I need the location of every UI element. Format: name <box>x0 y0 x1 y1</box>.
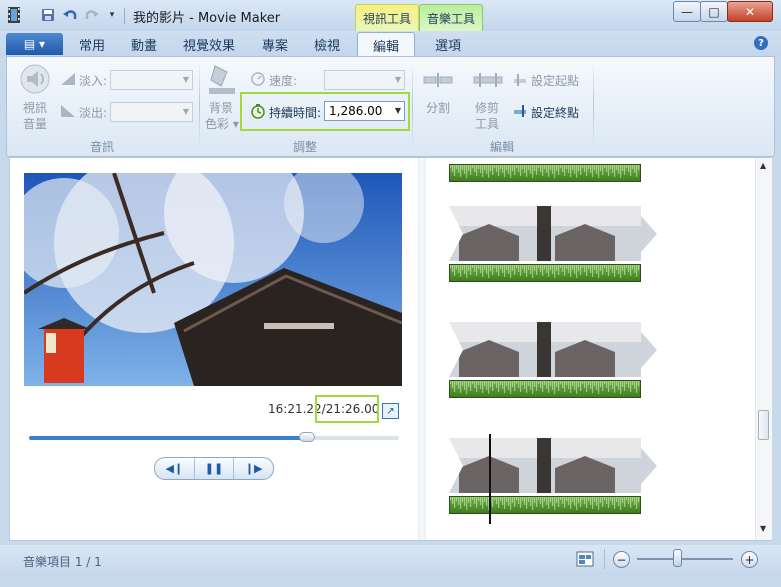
video-tools-context-tab[interactable]: 視訊工具 <box>355 4 419 31</box>
current-time: 16:21.22 <box>268 402 322 416</box>
clip-thumbnails <box>449 206 657 261</box>
video-volume-icon[interactable] <box>19 63 51 100</box>
pane-divider[interactable] <box>418 158 426 540</box>
vertical-scrollbar[interactable]: ▲ ▼ <box>755 158 772 540</box>
storyboard-clip[interactable] <box>449 158 657 182</box>
fade-in-combo[interactable]: ▼ <box>110 70 193 90</box>
expand-icon: ↗ <box>386 405 395 417</box>
background-color-icon[interactable] <box>207 62 237 97</box>
storyboard-pane <box>427 158 755 540</box>
storyboard-clip[interactable] <box>449 206 657 282</box>
audio-waveform <box>450 381 640 394</box>
background-color-label-1: 背景 <box>209 101 234 115</box>
playback-controls: ◀❙ ❚❚ ❙▶ <box>154 457 274 480</box>
tab-project[interactable]: 專案 <box>253 33 297 55</box>
status-bar: 音樂項目 1 / 1 − + <box>0 545 781 575</box>
storyboard-clip[interactable] <box>449 322 657 398</box>
speed-icon <box>250 70 266 89</box>
background-color-label-2: 色彩 ▾ <box>205 117 239 131</box>
total-time-highlight-box <box>315 395 379 423</box>
save-icon[interactable] <box>40 7 56 23</box>
zoom-slider-thumb[interactable] <box>673 549 683 567</box>
file-menu-button[interactable]: ▤ ▾ <box>6 33 63 55</box>
audio-group-label: 音訊 <box>89 140 114 154</box>
undo-icon[interactable] <box>62 7 78 23</box>
ribbon-tabs: ▤ ▾ 常用 動畫 視覺效果 專案 檢視 編輯 選項 ? <box>0 31 781 57</box>
music-tools-context-tab[interactable]: 音樂工具 <box>419 4 483 31</box>
help-icon[interactable]: ? <box>754 36 768 50</box>
preview-pane: 16:21.22/21:26.00 ↗ ◀❙ ❚❚ ❙▶ <box>11 159 417 539</box>
preview-video-frame[interactable] <box>24 173 402 386</box>
video-volume-label-2: 音量 <box>23 117 48 131</box>
speed-label: 速度: <box>269 74 298 88</box>
storyboard-clip[interactable] <box>449 438 657 514</box>
set-end-label[interactable]: 設定終點 <box>531 104 579 121</box>
tab-visual-effects[interactable]: 視覺效果 <box>178 33 240 55</box>
next-frame-button[interactable]: ❙▶ <box>234 458 273 479</box>
split-icon[interactable] <box>423 73 453 90</box>
tab-view[interactable]: 檢視 <box>305 33 349 55</box>
expand-preview-button[interactable]: ↗ <box>382 403 399 419</box>
duration-highlight-box <box>240 92 410 131</box>
fade-out-combo[interactable]: ▼ <box>110 102 193 122</box>
clip-thumbnails <box>449 322 657 377</box>
previous-frame-icon: ◀❙ <box>165 462 184 475</box>
pause-button[interactable]: ❚❚ <box>195 458 235 479</box>
tab-animations[interactable]: 動畫 <box>122 33 166 55</box>
zoom-slider[interactable] <box>637 558 733 560</box>
set-start-icon <box>512 73 528 90</box>
audio-track[interactable] <box>449 164 641 182</box>
status-separator <box>604 549 605 569</box>
title-bar: ▾ 我的影片 - Movie Maker 視訊工具 音樂工具 — □ ✕ <box>0 0 781 31</box>
pause-icon: ❚❚ <box>204 462 224 475</box>
adjust-group-label: 調整 <box>292 140 317 154</box>
audio-track[interactable] <box>449 380 641 398</box>
main-content: 16:21.22/21:26.00 ↗ ◀❙ ❚❚ ❙▶ ▲ ▼ <box>9 157 772 541</box>
maximize-button[interactable]: □ <box>700 1 728 22</box>
tab-home[interactable]: 常用 <box>70 33 114 55</box>
window-title: 我的影片 - Movie Maker <box>133 11 281 26</box>
close-button[interactable]: ✕ <box>727 1 773 22</box>
redo-icon[interactable] <box>84 7 100 23</box>
previous-frame-button[interactable]: ◀❙ <box>155 458 195 479</box>
set-end-icon <box>512 104 528 121</box>
app-film-icon[interactable] <box>6 7 22 23</box>
audio-waveform <box>450 165 640 178</box>
fade-in-label: 淡入: <box>79 74 108 88</box>
seek-bar-thumb[interactable] <box>298 432 315 442</box>
video-volume-label-1: 視訊 <box>23 101 48 115</box>
edit-group-label: 編輯 <box>489 140 514 154</box>
audio-track[interactable] <box>449 264 641 282</box>
audio-track[interactable] <box>449 496 641 514</box>
scroll-up-arrow-icon[interactable]: ▲ <box>760 161 766 170</box>
minimize-button[interactable]: — <box>673 1 701 22</box>
fade-out-icon <box>59 103 77 122</box>
next-frame-icon: ❙▶ <box>244 462 263 475</box>
seek-bar-fill <box>29 436 307 440</box>
tab-options[interactable]: 選項 <box>426 33 470 55</box>
seek-bar[interactable] <box>29 432 399 442</box>
audio-waveform <box>450 497 640 510</box>
audio-waveform <box>450 265 640 278</box>
set-start-label[interactable]: 設定起點 <box>531 72 579 89</box>
scroll-thumb[interactable] <box>758 410 769 440</box>
playhead-line[interactable] <box>489 434 491 524</box>
trim-tool-icon[interactable] <box>473 73 503 90</box>
speed-combo[interactable]: ▼ <box>324 70 405 90</box>
zoom-out-button[interactable]: − <box>613 551 630 568</box>
status-text: 音樂項目 1 / 1 <box>23 555 102 569</box>
fade-in-icon <box>59 71 77 90</box>
thumbnail-size-icon[interactable] <box>576 551 594 570</box>
trim-tool-label-2: 工具 <box>475 117 500 131</box>
scroll-down-arrow-icon[interactable]: ▼ <box>760 524 766 533</box>
title-separator <box>124 8 125 24</box>
clip-thumbnails <box>449 438 657 493</box>
ribbon-separator <box>593 61 594 151</box>
trim-tool-label-1: 修剪 <box>475 101 500 115</box>
fade-out-label: 淡出: <box>79 106 108 120</box>
split-label: 分割 <box>426 101 451 115</box>
tab-edit[interactable]: 編輯 <box>357 32 415 57</box>
zoom-in-button[interactable]: + <box>741 551 758 568</box>
customize-toolbar-icon[interactable]: ▾ <box>104 7 120 23</box>
